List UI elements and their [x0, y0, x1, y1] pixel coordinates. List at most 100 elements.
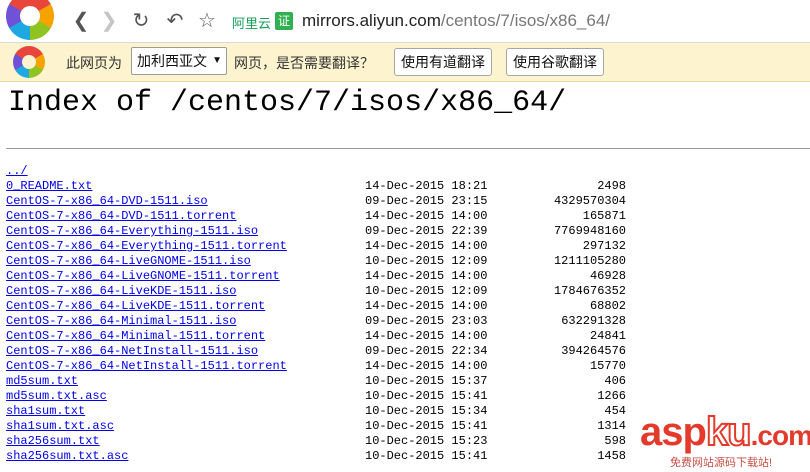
file-date: 10-Dec-2015 15:37 — [365, 374, 488, 388]
file-size: 632291328 — [561, 314, 626, 328]
translate-prompt-prefix: 此网页为 — [66, 55, 122, 71]
file-row: CentOS-7-x86_64-Minimal-1511.torrent 14-D… — [6, 329, 626, 344]
file-link[interactable]: CentOS-7-x86_64-Everything-1511.iso — [6, 224, 258, 238]
file-size: 454 — [604, 404, 626, 418]
file-size: 1211105280 — [553, 254, 626, 268]
file-link[interactable]: CentOS-7-x86_64-LiveKDE-1511.torrent — [6, 299, 265, 313]
file-row: md5sum.txt 10-Dec-2015 15:37 406 — [6, 374, 626, 389]
file-link[interactable]: CentOS-7-x86_64-LiveGNOME-1511.torrent — [6, 269, 280, 283]
file-link[interactable]: CentOS-7-x86_64-LiveGNOME-1511.iso — [6, 254, 251, 268]
translate-logo-icon — [13, 46, 45, 78]
file-row: CentOS-7-x86_64-NetInstall-1511.torrent 1… — [6, 359, 626, 374]
file-row: CentOS-7-x86_64-LiveGNOME-1511.iso 10-Dec… — [6, 254, 626, 269]
file-row: 0_README.txt 14-Dec-2015 18:21 2498 — [6, 179, 626, 194]
language-select[interactable]: 加利西亚文 ▼ — [131, 47, 227, 75]
file-date: 14-Dec-2015 14:00 — [365, 329, 488, 343]
file-date: 10-Dec-2015 15:41 — [365, 449, 488, 463]
file-date: 10-Dec-2015 15:23 — [365, 434, 488, 448]
file-size: 4329570304 — [553, 194, 626, 208]
file-row: CentOS-7-x86_64-DVD-1511.torrent 14-Dec-2… — [6, 209, 626, 224]
url-text[interactable]: mirrors.aliyun.com/centos/7/isos/x86_64/ — [302, 11, 610, 31]
google-translate-button[interactable]: 使用谷歌翻译 — [506, 48, 604, 76]
file-link[interactable]: CentOS-7-x86_64-NetInstall-1511.iso — [6, 344, 258, 358]
file-link[interactable]: CentOS-7-x86_64-Everything-1511.torrent — [6, 239, 287, 253]
file-link[interactable]: CentOS-7-x86_64-Minimal-1511.iso — [6, 314, 236, 328]
file-size: 297132 — [582, 239, 626, 253]
back-icon[interactable]: ❮ — [70, 10, 92, 32]
page-title: Index of /centos/7/isos/x86_64/ — [8, 86, 567, 120]
file-size: 46928 — [589, 269, 626, 283]
parent-directory-row: ../ — [6, 164, 626, 179]
file-date: 09-Dec-2015 22:39 — [365, 224, 488, 238]
dropdown-arrow-icon: ▼ — [212, 55, 222, 66]
reload-icon[interactable]: ↻ — [130, 10, 152, 32]
file-date: 09-Dec-2015 23:15 — [365, 194, 488, 208]
file-link[interactable]: sha256sum.txt — [6, 434, 100, 448]
file-date: 10-Dec-2015 15:41 — [365, 389, 488, 403]
file-size: 1458 — [597, 449, 626, 463]
file-size: 15770 — [589, 359, 626, 373]
file-row: sha256sum.txt.asc 10-Dec-2015 15:41 1458 — [6, 449, 626, 464]
file-size: 24841 — [589, 329, 626, 343]
undo-icon[interactable]: ↶ — [164, 10, 186, 32]
file-row: sha1sum.txt.asc 10-Dec-2015 15:41 1314 — [6, 419, 626, 434]
url-path: /centos/7/isos/x86_64/ — [440, 11, 611, 30]
file-link[interactable]: md5sum.txt — [6, 374, 78, 388]
file-size: 2498 — [597, 179, 626, 193]
certificate-icon[interactable]: 证 — [275, 12, 293, 30]
file-link[interactable]: sha1sum.txt.asc — [6, 419, 114, 433]
file-row: CentOS-7-x86_64-NetInstall-1511.iso 09-De… — [6, 344, 626, 359]
file-size: 1784676352 — [553, 284, 626, 298]
file-size: 406 — [604, 374, 626, 388]
file-date: 14-Dec-2015 14:00 — [365, 209, 488, 223]
file-row: CentOS-7-x86_64-Everything-1511.torrent 1… — [6, 239, 626, 254]
youdao-translate-button[interactable]: 使用有道翻译 — [394, 48, 492, 76]
file-listing: ../ 0_README.txt 14-Dec-2015 18:21 2498 Cen… — [6, 164, 626, 464]
file-size: 394264576 — [561, 344, 626, 358]
forward-icon[interactable]: ❯ — [98, 10, 120, 32]
file-size: 1314 — [597, 419, 626, 433]
file-link[interactable]: CentOS-7-x86_64-LiveKDE-1511.iso — [6, 284, 236, 298]
file-link[interactable]: sha1sum.txt — [6, 404, 85, 418]
file-size: 7769948160 — [553, 224, 626, 238]
file-link[interactable]: CentOS-7-x86_64-DVD-1511.torrent — [6, 209, 236, 223]
file-row: md5sum.txt.asc 10-Dec-2015 15:41 1266 — [6, 389, 626, 404]
file-row: CentOS-7-x86_64-Minimal-1511.iso 09-Dec-2… — [6, 314, 626, 329]
watermark-brand: aspku.com — [640, 409, 810, 455]
file-date: 14-Dec-2015 14:00 — [365, 239, 488, 253]
parent-directory-link[interactable]: ../ — [6, 164, 28, 178]
file-date: 14-Dec-2015 14:00 — [365, 299, 488, 313]
bookmark-star-icon[interactable]: ☆ — [196, 10, 218, 32]
file-link[interactable]: md5sum.txt.asc — [6, 389, 107, 403]
file-link[interactable]: 0_README.txt — [6, 179, 92, 193]
watermark-brand-c: .com — [750, 420, 810, 451]
file-row: sha1sum.txt 10-Dec-2015 15:34 454 — [6, 404, 626, 419]
file-date: 10-Dec-2015 15:34 — [365, 404, 488, 418]
file-row: CentOS-7-x86_64-LiveKDE-1511.iso 10-Dec-2… — [6, 284, 626, 299]
file-row: CentOS-7-x86_64-DVD-1511.iso 09-Dec-2015 … — [6, 194, 626, 209]
file-row: CentOS-7-x86_64-Everything-1511.iso 09-De… — [6, 224, 626, 239]
file-link[interactable]: CentOS-7-x86_64-Minimal-1511.torrent — [6, 329, 265, 343]
watermark-brand-b: ku — [705, 409, 753, 455]
file-size: 598 — [604, 434, 626, 448]
file-link[interactable]: CentOS-7-x86_64-DVD-1511.iso — [6, 194, 208, 208]
file-date: 09-Dec-2015 22:34 — [365, 344, 488, 358]
browser-logo-icon[interactable] — [6, 0, 54, 40]
watermark-brand-a: asp — [640, 410, 707, 454]
file-link[interactable]: sha256sum.txt.asc — [6, 449, 128, 463]
file-date: 14-Dec-2015 14:00 — [365, 269, 488, 283]
file-size: 1266 — [597, 389, 626, 403]
file-size: 68802 — [589, 299, 626, 313]
translate-prompt-suffix: 网页，是否需要翻译？ — [234, 55, 374, 71]
file-link[interactable]: CentOS-7-x86_64-NetInstall-1511.torrent — [6, 359, 287, 373]
file-row: sha256sum.txt 10-Dec-2015 15:23 598 — [6, 434, 626, 449]
language-select-value: 加利西亚文 — [137, 53, 207, 69]
file-date: 10-Dec-2015 12:09 — [365, 254, 488, 268]
file-date: 14-Dec-2015 18:21 — [365, 179, 488, 193]
address-bar[interactable]: 阿里云 证 mirrors.aliyun.com/centos/7/isos/x… — [226, 8, 810, 36]
file-row: CentOS-7-x86_64-LiveGNOME-1511.torrent 14… — [6, 269, 626, 284]
url-host: mirrors.aliyun.com — [302, 11, 441, 30]
file-date: 09-Dec-2015 23:03 — [365, 314, 488, 328]
horizontal-rule — [6, 148, 810, 149]
translate-infobar: 此网页为 加利西亚文 ▼ 网页，是否需要翻译？ 使用有道翻译 使用谷歌翻译 — [0, 43, 810, 82]
